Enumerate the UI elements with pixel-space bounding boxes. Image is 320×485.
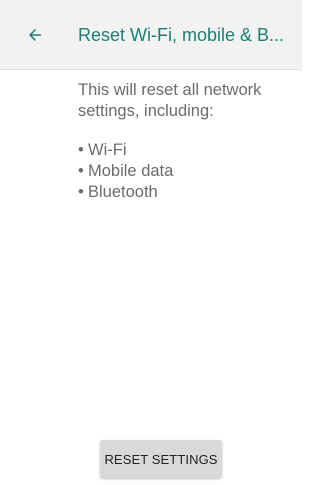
list-item-label: Wi-Fi xyxy=(88,141,127,159)
bullet: • xyxy=(78,141,84,159)
description-text: This will reset all network settings, in… xyxy=(78,81,262,120)
reset-network-screen: Reset Wi-Fi, mobile & B... This will res… xyxy=(0,0,302,485)
reset-settings-button[interactable]: RESET SETTINGS xyxy=(100,440,222,478)
reset-items-list: • Wi-Fi • Mobile data • Bluetooth xyxy=(78,140,173,203)
list-item: • Mobile data xyxy=(78,161,173,182)
bullet: • xyxy=(78,183,84,201)
app-bar: Reset Wi-Fi, mobile & B... xyxy=(0,0,302,70)
back-button[interactable] xyxy=(22,22,48,48)
list-item: • Bluetooth xyxy=(78,182,173,203)
page-title: Reset Wi-Fi, mobile & B... xyxy=(78,25,285,45)
bullet: • xyxy=(78,162,84,180)
arrow-left-icon xyxy=(29,29,41,41)
list-item-label: Mobile data xyxy=(88,162,174,180)
list-item: • Wi-Fi xyxy=(78,140,173,161)
list-item-label: Bluetooth xyxy=(88,183,158,201)
